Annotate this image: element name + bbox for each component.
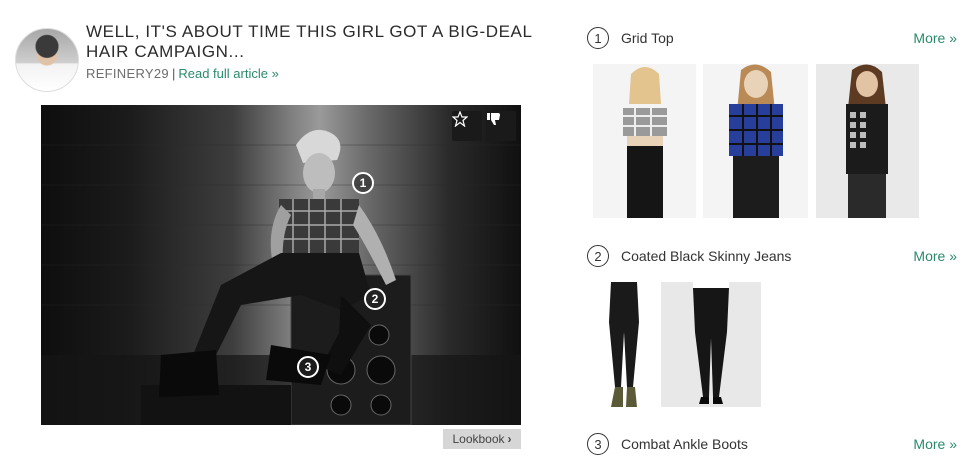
product-thumbnail[interactable] bbox=[593, 64, 696, 218]
hotspot-3[interactable]: 3 bbox=[297, 356, 319, 378]
campaign-photo[interactable]: 1 2 3 bbox=[41, 105, 521, 425]
product-image bbox=[693, 282, 729, 404]
section-title-2[interactable]: Coated Black Skinny Jeans bbox=[621, 248, 791, 264]
love-button[interactable] bbox=[452, 111, 482, 141]
products-column: 1 Grid Top More » 2 Coated Black Skinny … bbox=[580, 0, 966, 461]
product-image bbox=[623, 67, 667, 218]
chevron-right-icon: › bbox=[507, 432, 512, 446]
article-title[interactable]: WELL, IT'S ABOUT TIME THIS GIRL GOT A BI… bbox=[86, 22, 556, 62]
hotspot-1[interactable]: 1 bbox=[352, 172, 374, 194]
hotspot-2[interactable]: 2 bbox=[364, 288, 386, 310]
product-image bbox=[729, 64, 783, 218]
product-thumbnail[interactable] bbox=[816, 64, 919, 218]
product-thumbnail[interactable] bbox=[593, 282, 655, 407]
more-link-3[interactable]: More » bbox=[913, 436, 957, 452]
star-icon bbox=[452, 111, 468, 127]
section-title-3[interactable]: Combat Ankle Boots bbox=[621, 436, 748, 452]
lookbook-label: Lookbook bbox=[452, 432, 505, 446]
more-link-1[interactable]: More » bbox=[913, 30, 957, 46]
section-number-1: 1 bbox=[587, 27, 609, 49]
article-column: WELL, IT'S ABOUT TIME THIS GIRL GOT A BI… bbox=[0, 0, 560, 461]
read-full-article-link[interactable]: Read full article » bbox=[178, 66, 278, 81]
thumbs-down-icon bbox=[487, 113, 500, 125]
campaign-photo-illustration bbox=[41, 129, 521, 425]
section-header-3: 3 Combat Ankle Boots More » bbox=[587, 433, 957, 457]
dislike-button[interactable] bbox=[486, 111, 516, 141]
section-number-2: 2 bbox=[587, 245, 609, 267]
section-title-1[interactable]: Grid Top bbox=[621, 30, 674, 46]
source-name[interactable]: REFINERY29 bbox=[86, 66, 169, 81]
section-header-2: 2 Coated Black Skinny Jeans More » bbox=[587, 245, 957, 269]
product-image bbox=[609, 282, 639, 407]
author-avatar[interactable] bbox=[15, 28, 79, 92]
section-header-1: 1 Grid Top More » bbox=[587, 27, 957, 51]
product-image bbox=[846, 64, 888, 218]
article-source-line: REFINERY29 | Read full article » bbox=[86, 66, 279, 81]
section-number-3: 3 bbox=[587, 433, 609, 455]
more-link-2[interactable]: More » bbox=[913, 248, 957, 264]
product-thumbnail[interactable] bbox=[661, 282, 761, 407]
separator: | bbox=[171, 66, 176, 81]
lookbook-button[interactable]: Lookbook › bbox=[443, 429, 521, 449]
product-thumbnail[interactable] bbox=[703, 64, 808, 218]
